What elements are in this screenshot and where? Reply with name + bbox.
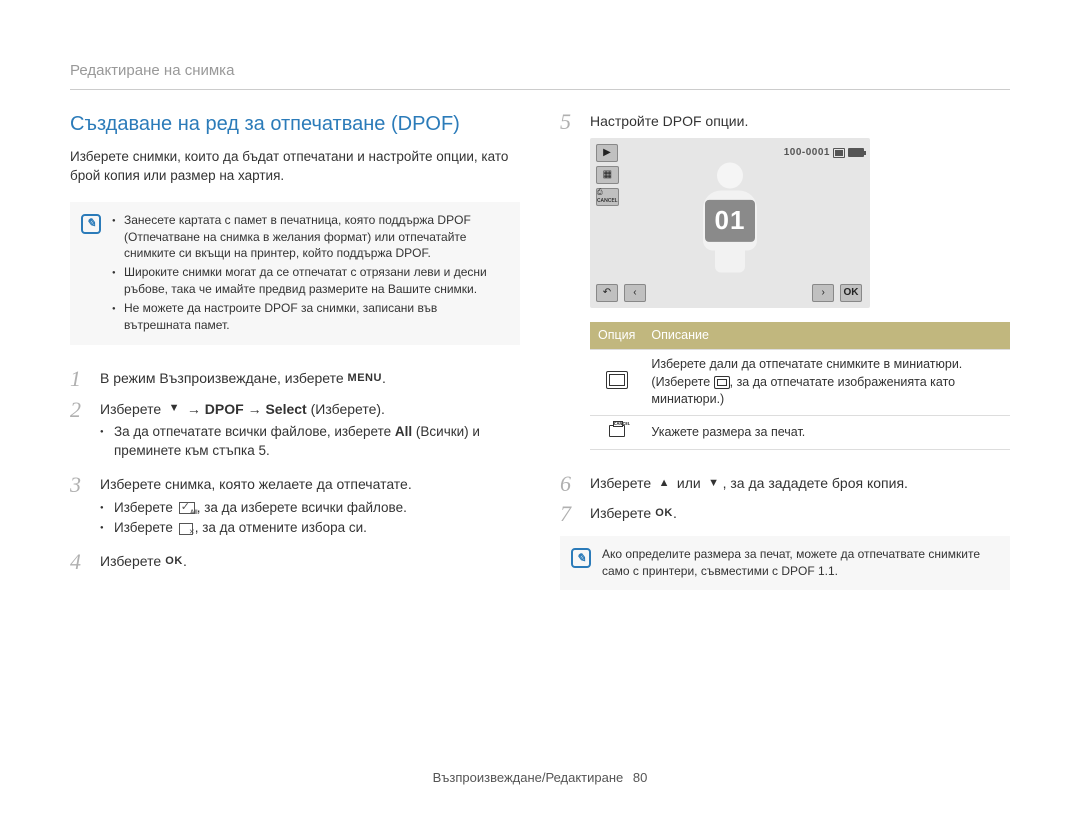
step-text: (Изберете). [307,401,385,417]
step-text: . [673,505,677,521]
prev-button[interactable]: ‹ [624,284,646,302]
sub-bullet: Изберете ✕, за да отмените избора си. [100,519,520,538]
option-desc: Изберете дали да отпечатате снимките в м… [643,350,1010,416]
step-6: 6 Изберете ▲ или ▼, за да зададете броя … [560,472,1010,496]
step-text: Изберете [100,401,165,417]
step-1: 1 В режим Възпроизвеждане, изберете MENU… [70,367,520,391]
note-box-top: ✎ Занесете картата с памет в печатница, … [70,202,520,346]
thumbnails-option-icon [606,371,628,389]
left-column: Създаване на ред за отпечатване (DPOF) И… [70,110,520,612]
section-title: Създаване на ред за отпечатване (DPOF) [70,110,520,138]
table-row: ᴄᴀɴᴄᴇʟ Укажете размера за печат. [590,415,1010,450]
step-text: → [183,401,205,417]
note-item: Занесете картата с памет в печатница, ко… [112,212,506,262]
options-header-desc: Описание [643,322,1010,350]
step-text: или [673,475,705,491]
step-3: 3 Изберете снимка, която желаете да отпе… [70,473,520,544]
step-number: 6 [560,472,578,496]
step-number: 5 [560,110,578,466]
right-column: 5 Настройте DPOF опции. ▶ 100-0001 ▦ [560,110,1010,612]
select-all-icon: All [179,502,195,514]
copy-count: 01 [705,199,755,241]
step-number: 7 [560,502,578,526]
step-number: 2 [70,398,88,467]
footer-section: Възпроизвеждане/Редактиране [433,770,624,785]
step-text: Изберете [590,505,655,521]
step-text: Изберете снимка, която желаете да отпеча… [100,476,412,492]
option-desc: Укажете размера за печат. [643,415,1010,450]
up-arrow-icon: ▲ [655,476,673,490]
camera-screen: ▶ 100-0001 ▦ ⎙ᴄᴀɴᴄᴇʟ 01 [590,138,870,308]
step-text-bold: Select [265,401,306,417]
options-header-option: Опция [590,322,643,350]
breadcrumb: Редактиране на снимка [70,60,1010,90]
step-text: . [183,553,187,569]
step-number: 4 [70,550,88,574]
page-footer: Възпроизвеждане/Редактиране 80 [0,769,1080,787]
step-5: 5 Настройте DPOF опции. ▶ 100-0001 ▦ [560,110,1010,466]
deselect-icon: ✕ [179,523,193,535]
step-4: 4 Изберете OK. [70,550,520,574]
print-cancel-icon: ⎙ᴄᴀɴᴄᴇʟ [596,188,619,206]
thumbnails-icon [714,376,730,389]
step-text: . [382,370,386,386]
down-arrow-icon: ▼ [705,476,723,490]
options-table: Опция Описание Изберете дали да отпечата… [590,322,1010,451]
thumbnails-icon: ▦ [596,166,619,184]
note-box-bottom: ✎ Ако определите размера за печат, может… [560,536,1010,590]
ok-button[interactable]: OK [840,284,862,302]
intro-text: Изберете снимки, които да бъдат отпечата… [70,148,520,186]
back-button[interactable]: ↶ [596,284,618,302]
ok-icon: OK [165,555,183,569]
step-2: 2 Изберете ▼ → DPOF → Select (Изберете).… [70,398,520,467]
step-number: 3 [70,473,88,544]
note-icon: ✎ [81,214,101,234]
menu-icon: MENU [348,372,382,386]
note-text: Ако определите размера за печат, можете … [602,546,996,580]
next-button[interactable]: › [812,284,834,302]
step-text: В режим Възпроизвеждане, изберете [100,370,348,386]
step-text-bold: DPOF [205,401,244,417]
step-text: Настройте DPOF опции. [590,113,748,129]
playback-mode-icon: ▶ [596,144,618,162]
note-icon: ✎ [571,548,591,568]
battery-icon [848,148,864,157]
step-text: , за да зададете броя копия. [723,475,908,491]
ok-icon: OK [655,507,673,521]
step-text: → [244,401,266,417]
sub-bullet: За да отпечатате всички файлове, изберет… [100,423,520,461]
note-item: Широките снимки могат да се отпечатат с … [112,264,506,298]
step-number: 1 [70,367,88,391]
table-row: Изберете дали да отпечатате снимките в м… [590,350,1010,416]
step-text: Изберете [590,475,655,491]
sub-bullet: Изберете All, за да изберете всички файл… [100,499,520,518]
step-7: 7 Изберете OK. [560,502,1010,526]
page-number: 80 [633,770,647,785]
down-arrow-icon: ▼ [165,402,183,416]
step-text: Изберете [100,553,165,569]
file-index: 100-0001 [784,146,830,160]
print-size-option-icon: ᴄᴀɴᴄᴇʟ [606,422,628,438]
note-item: Не можете да настроите DPOF за снимки, з… [112,300,506,334]
